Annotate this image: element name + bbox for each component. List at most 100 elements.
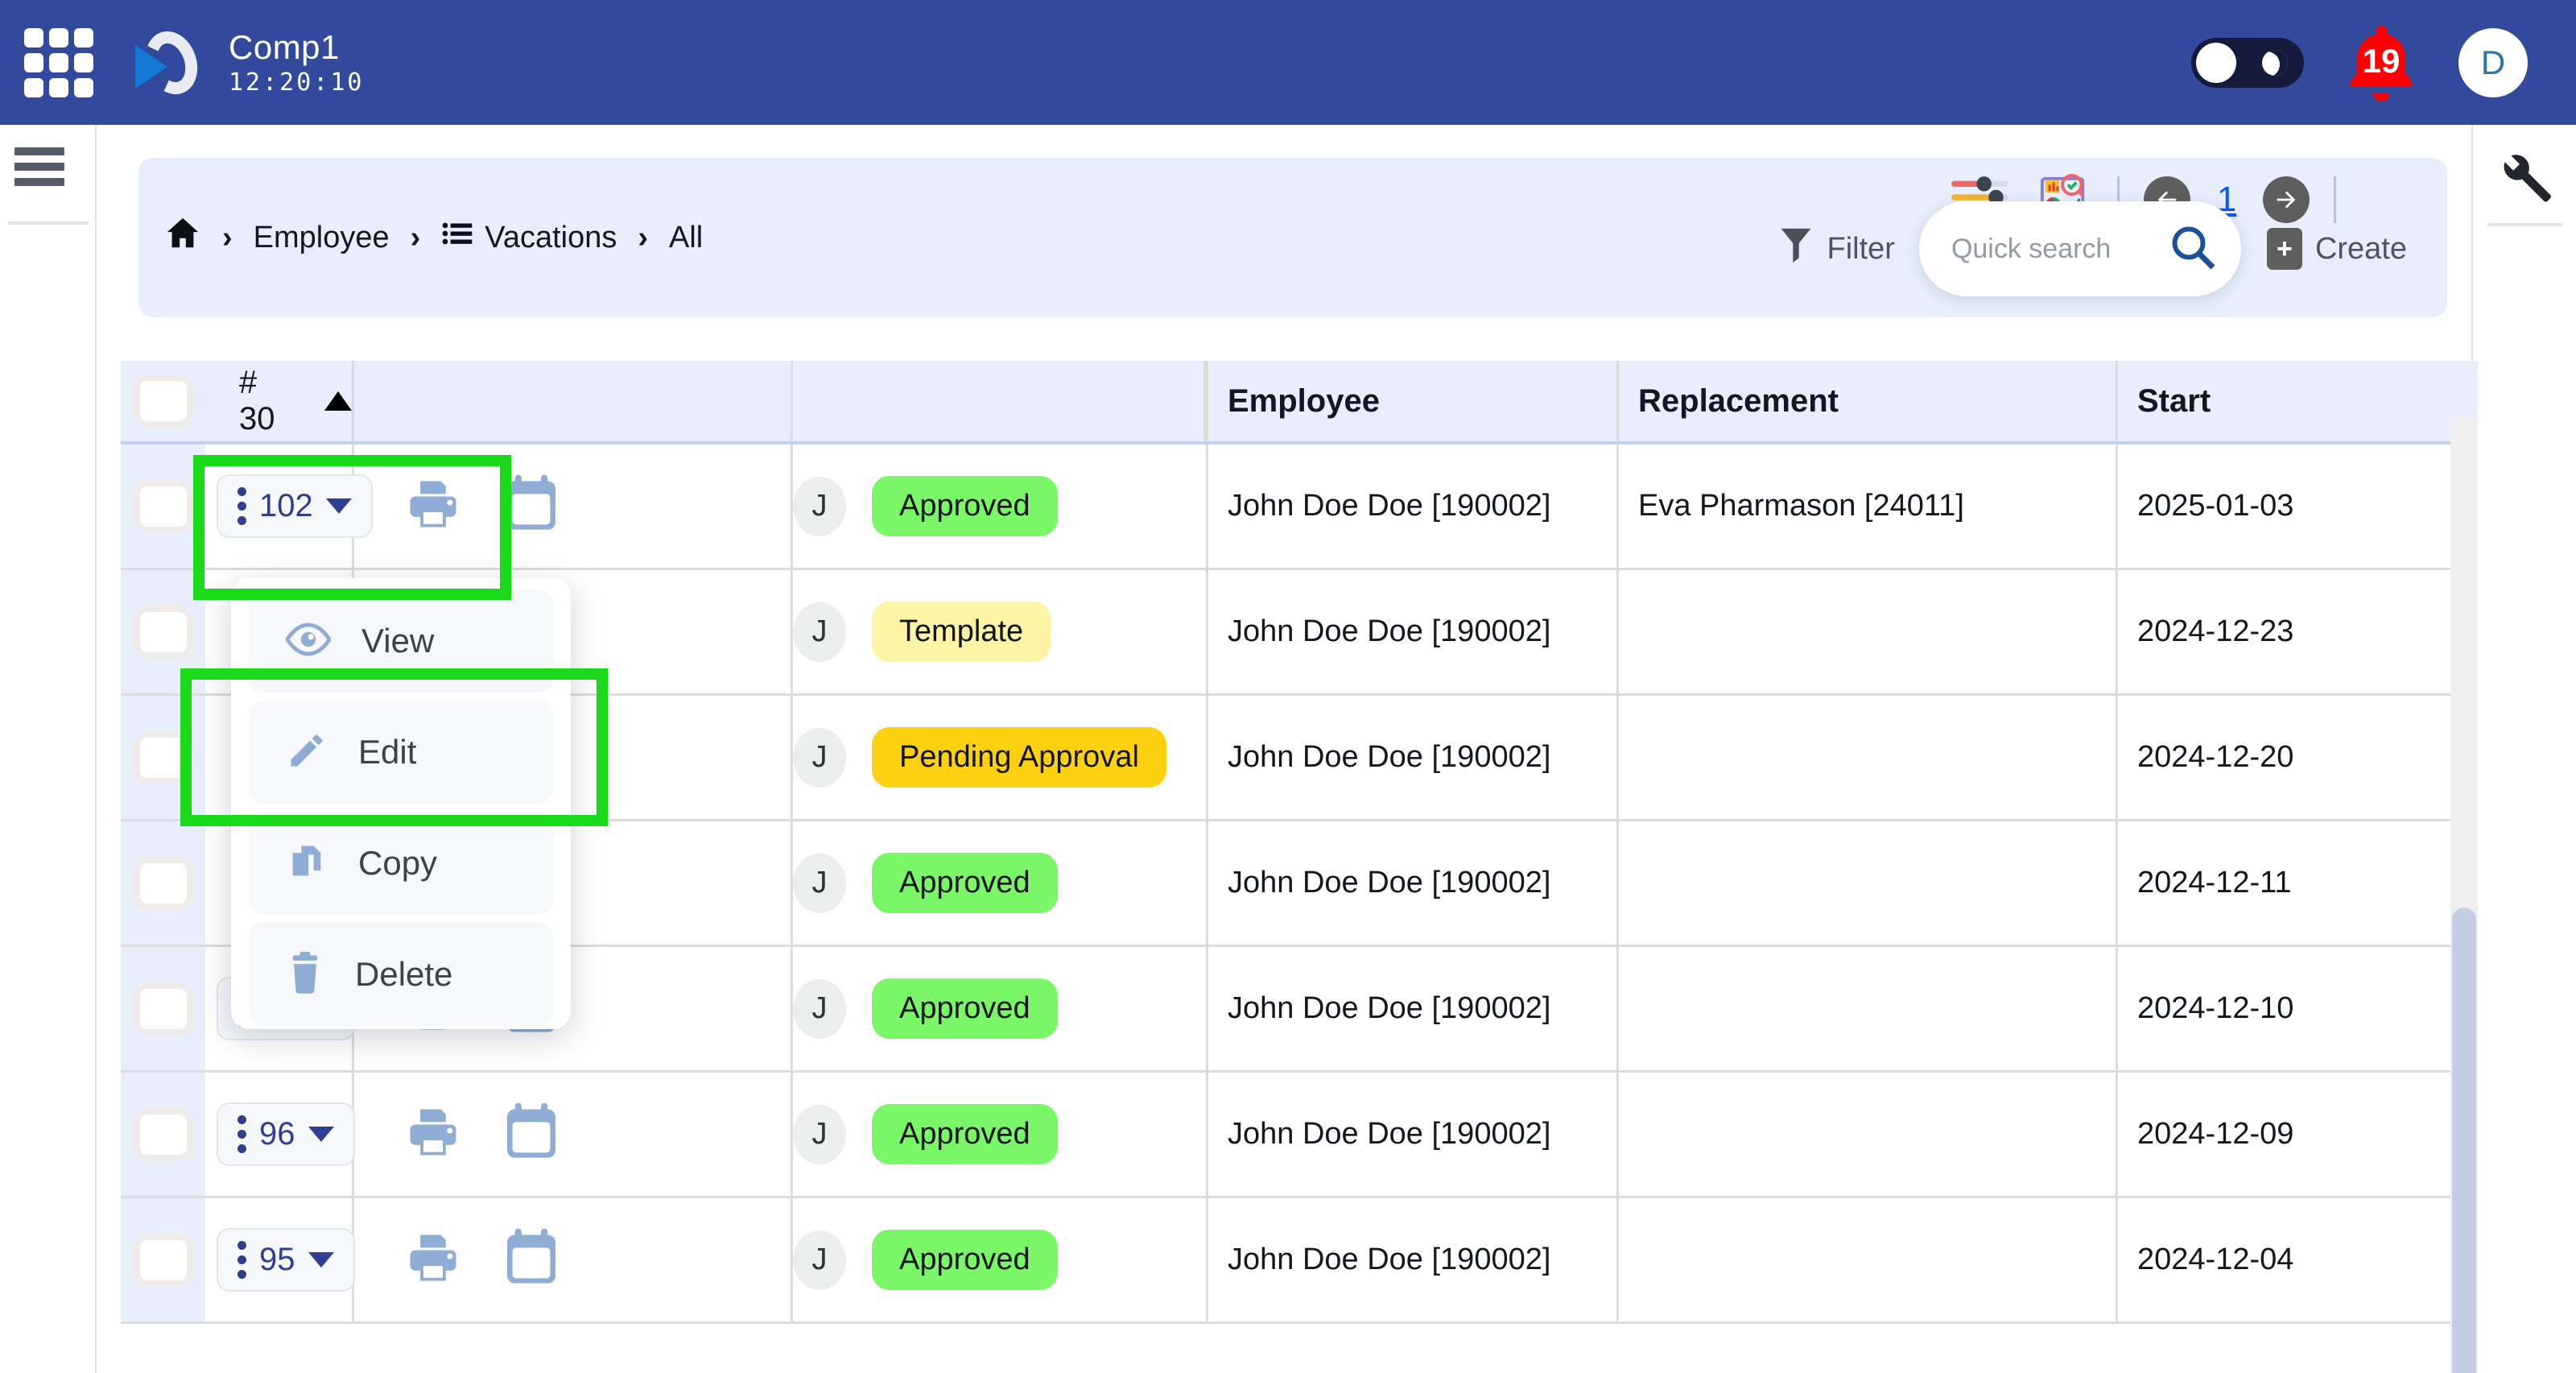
toggle-knob (2196, 42, 2236, 83)
row-id-label: 96 (259, 1116, 295, 1152)
select-all-checkbox[interactable] (139, 381, 187, 421)
select-all-cell (121, 361, 205, 441)
row-status-cell: J Approved (793, 821, 1206, 945)
context-menu-item-copy[interactable]: Copy (249, 812, 553, 915)
row-employee-cell: John Doe Doe [190002] (1206, 1198, 1619, 1321)
row-select-cell (121, 1198, 205, 1321)
row-id-cell: 95 (205, 1198, 355, 1321)
replay-logo-icon[interactable] (130, 23, 208, 101)
row-select-cell (121, 696, 205, 819)
calendar-icon[interactable] (502, 1227, 560, 1292)
sort-ascending-icon[interactable] (324, 391, 352, 411)
more-options-icon (237, 1241, 246, 1279)
pencil-icon (286, 730, 328, 775)
eye-icon (285, 622, 332, 661)
row-status-cell: J Approved (793, 1073, 1206, 1196)
row-checkbox[interactable] (139, 486, 187, 527)
plus-icon: + (2266, 228, 2302, 270)
right-rail-divider (2487, 223, 2563, 226)
row-context-menu: View Edit Copy Delete (231, 578, 571, 1029)
wrench-icon[interactable] (2496, 149, 2553, 207)
dark-mode-toggle[interactable] (2191, 37, 2304, 88)
clock-display: 12:20:10 (229, 68, 365, 97)
header-start-cell[interactable]: Start (2118, 361, 2478, 441)
row-replacement-cell (1619, 947, 2118, 1070)
context-menu-item-view[interactable]: View (249, 589, 553, 693)
row-select-cell (121, 445, 205, 568)
row-replacement-cell (1619, 570, 2118, 693)
home-icon[interactable] (164, 215, 201, 260)
row-start-cell: 2024-12-04 (2137, 1243, 2294, 1276)
status-badge[interactable]: Approved (872, 1230, 1058, 1290)
row-avatar: J (793, 1104, 846, 1164)
chevron-down-icon (308, 1127, 334, 1142)
breadcrumb-label-vacations: Vacations (485, 220, 617, 254)
brand-block: Comp1 12:20:10 (229, 30, 365, 97)
row-employee-cell: John Doe Doe [190002] (1206, 445, 1619, 568)
printer-icon[interactable] (402, 1102, 464, 1167)
header-status-cell (793, 361, 1206, 441)
list-icon (441, 217, 473, 258)
breadcrumb-item-vacations[interactable]: Vacations (441, 217, 617, 258)
row-tools-cell (354, 445, 793, 568)
row-id-label: 95 (259, 1242, 295, 1277)
row-id-cell: 102 (205, 445, 373, 568)
hamburger-menu-icon[interactable] (14, 147, 64, 186)
row-id-dropdown[interactable]: 102 (217, 474, 373, 538)
breadcrumb-label-employee: Employee (253, 220, 390, 254)
chevron-down-icon (308, 1252, 334, 1268)
row-start-cell: 2024-12-10 (2137, 991, 2294, 1025)
row-avatar: J (793, 853, 846, 913)
header-employee-cell[interactable]: Employee (1206, 361, 1619, 441)
row-checkbox[interactable] (139, 611, 187, 652)
user-avatar[interactable]: D (2458, 27, 2528, 97)
status-badge[interactable]: Approved (872, 978, 1058, 1039)
breadcrumb-item-all[interactable]: All (669, 221, 703, 255)
status-badge[interactable]: Approved (872, 1104, 1058, 1164)
row-checkbox[interactable] (139, 862, 187, 904)
create-button[interactable]: + Create (2266, 228, 2407, 270)
chevron-down-icon (325, 498, 352, 514)
context-menu-item-delete[interactable]: Delete (249, 923, 553, 1026)
printer-icon[interactable] (402, 1227, 464, 1292)
calendar-icon[interactable] (502, 474, 560, 539)
scrollbar-thumb[interactable] (2452, 908, 2476, 1373)
table-row[interactable]: 95 J Approved John Doe Doe [190002] 2024-12-… (121, 1198, 2478, 1324)
search-input[interactable] (1951, 233, 2153, 265)
left-sidebar-rail (0, 125, 97, 1373)
row-id-dropdown[interactable]: 96 (217, 1102, 355, 1166)
table-row[interactable]: 96 J Approved John Doe Doe [190002] 2024-12-… (121, 1073, 2478, 1198)
row-id-dropdown[interactable]: 95 (217, 1228, 355, 1292)
status-badge[interactable]: Template (872, 602, 1051, 662)
row-checkbox[interactable] (139, 737, 187, 778)
row-avatar: J (793, 727, 846, 788)
row-checkbox[interactable] (139, 1239, 187, 1280)
filter-button[interactable]: Filter (1778, 225, 1895, 272)
vertical-scrollbar[interactable] (2450, 417, 2478, 1373)
header-replacement-cell[interactable]: Replacement (1619, 361, 2118, 441)
toolbar-action-row: Filter + Create (1778, 201, 2407, 296)
status-badge[interactable]: Approved (872, 853, 1058, 913)
row-status-cell: J Approved (793, 1198, 1206, 1321)
status-badge[interactable]: Approved (872, 476, 1058, 536)
row-checkbox[interactable] (139, 988, 187, 1029)
search-icon[interactable] (2169, 223, 2217, 275)
status-badge[interactable]: Pending Approval (872, 727, 1166, 788)
context-menu-label-edit: Edit (358, 733, 417, 771)
sidebar-divider (8, 221, 89, 225)
table-row[interactable]: 102 J Approved John Doe Doe [190002] Eva Pha… (121, 445, 2478, 570)
breadcrumb-item-employee[interactable]: Employee (254, 221, 390, 255)
row-replacement-cell (1619, 1198, 2118, 1321)
calendar-icon[interactable] (502, 1102, 560, 1167)
toolbar: 1 Filter Quick search + Create (1618, 158, 2423, 317)
funnel-icon (1778, 225, 1814, 272)
row-status-cell: J Template (793, 570, 1206, 693)
apps-grid-icon[interactable] (24, 27, 93, 97)
search-box[interactable] (1918, 201, 2241, 296)
more-options-icon (237, 1115, 246, 1153)
row-checkbox[interactable] (139, 1114, 187, 1155)
row-avatar: J (793, 1230, 846, 1290)
notifications-bell[interactable]: 19 (2343, 23, 2420, 103)
printer-icon[interactable] (402, 474, 464, 539)
context-menu-item-edit[interactable]: Edit (249, 701, 553, 804)
